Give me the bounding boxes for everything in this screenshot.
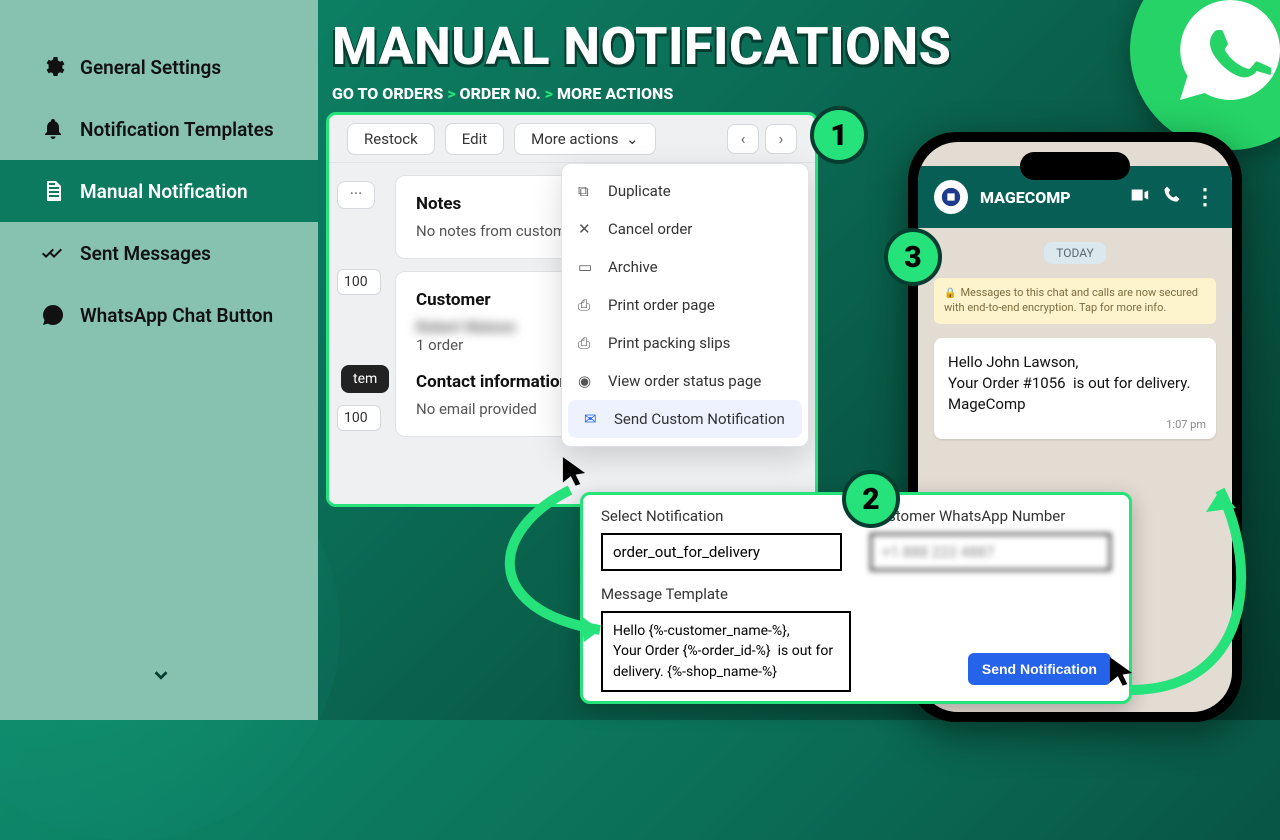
- document-icon: [40, 178, 66, 204]
- nav-label: Sent Messages: [80, 242, 211, 265]
- nav-label: Manual Notification: [80, 180, 248, 203]
- page-title: MANUAL NOTIFICATIONS: [332, 16, 951, 77]
- order-admin-panel: Restock Edit More actions ⌄ ‹ › ··· 100 …: [326, 112, 818, 507]
- cursor-icon: [555, 454, 593, 492]
- breadcrumb: GO TO ORDERS>ORDER NO.>MORE ACTIONS: [332, 84, 673, 103]
- dropdown-send-custom-notification[interactable]: ✉Send Custom Notification: [568, 400, 802, 438]
- voice-call-icon[interactable]: [1162, 185, 1182, 209]
- dropdown-print-packing[interactable]: ⎙Print packing slips: [562, 324, 808, 362]
- cancel-icon: ✕: [578, 220, 596, 238]
- whatsapp-number-input[interactable]: +1 888 222 4887: [870, 533, 1111, 571]
- nav-notification-templates[interactable]: Notification Templates: [0, 98, 318, 160]
- print-icon: ⎙: [578, 296, 596, 314]
- nav-label: Notification Templates: [80, 118, 274, 141]
- encryption-banner[interactable]: Messages to this chat and calls are now …: [934, 278, 1216, 324]
- qty-badge: 100: [337, 405, 381, 431]
- restock-button[interactable]: Restock: [347, 123, 435, 155]
- more-actions-dropdown: ⧉Duplicate ✕Cancel order ▭Archive ⎙Print…: [561, 163, 809, 447]
- edit-button[interactable]: Edit: [445, 123, 504, 155]
- gear-icon: [40, 54, 66, 80]
- nav-label: General Settings: [80, 56, 221, 79]
- nav-label: WhatsApp Chat Button: [80, 304, 273, 327]
- dropdown-duplicate[interactable]: ⧉Duplicate: [562, 172, 808, 210]
- step-badge-3: 3: [884, 228, 942, 286]
- nav-sent-messages[interactable]: Sent Messages: [0, 222, 318, 284]
- chat-message: Hello John Lawson, Your Order #1056 is o…: [934, 338, 1216, 439]
- eye-icon: ◉: [578, 372, 596, 390]
- chevron-down-icon: ⌄: [626, 130, 639, 148]
- dropdown-view-status[interactable]: ◉View order status page: [562, 362, 808, 400]
- send-notification-button[interactable]: Send Notification: [968, 653, 1111, 685]
- item-chip: tem: [341, 365, 389, 393]
- whatsapp-icon: [40, 302, 66, 328]
- notify-icon: ✉: [584, 410, 602, 428]
- dropdown-print-order[interactable]: ⎙Print order page: [562, 286, 808, 324]
- chat-message-text: Hello John Lawson, Your Order #1056 is o…: [948, 352, 1202, 415]
- nav-general-settings[interactable]: General Settings: [0, 36, 318, 98]
- sidebar: General Settings Notification Templates …: [0, 0, 318, 720]
- double-check-icon: [40, 240, 66, 266]
- chevron-down-icon[interactable]: [150, 664, 172, 690]
- more-icon[interactable]: ···: [337, 181, 375, 209]
- whatsapp-logo-corner: [1130, 0, 1280, 150]
- qty-badge: 100: [337, 269, 381, 295]
- whatsapp-number-label: Customer WhatsApp Number: [870, 507, 1111, 525]
- chat-message-time: 1:07 pm: [1166, 417, 1206, 432]
- archive-icon: ▭: [578, 258, 596, 276]
- duplicate-icon: ⧉: [578, 182, 596, 200]
- step-badge-2: 2: [842, 470, 900, 528]
- nav-whatsapp-chat-button[interactable]: WhatsApp Chat Button: [0, 284, 318, 346]
- more-actions-button[interactable]: More actions ⌄: [514, 123, 655, 155]
- video-call-icon[interactable]: [1128, 184, 1150, 210]
- contact-avatar: [934, 180, 968, 214]
- nav-manual-notification[interactable]: Manual Notification: [0, 160, 318, 222]
- prev-order-button[interactable]: ‹: [727, 124, 759, 154]
- cursor-icon: [1102, 654, 1140, 692]
- next-order-button[interactable]: ›: [765, 124, 797, 154]
- print-icon: ⎙: [578, 334, 596, 352]
- step-badge-1: 1: [810, 106, 868, 164]
- phone-notch: [1020, 152, 1130, 180]
- dropdown-archive[interactable]: ▭Archive: [562, 248, 808, 286]
- contact-name: MAGECOMP: [980, 188, 1116, 207]
- today-chip: TODAY: [1044, 242, 1106, 264]
- more-icon[interactable]: ⋮: [1194, 185, 1216, 210]
- dropdown-cancel-order[interactable]: ✕Cancel order: [562, 210, 808, 248]
- bell-icon: [40, 116, 66, 142]
